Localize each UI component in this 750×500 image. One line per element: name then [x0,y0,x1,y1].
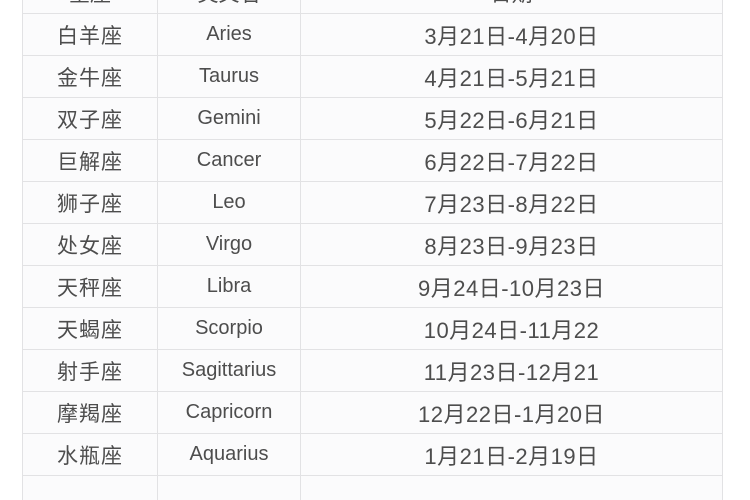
cell-chinese-name: 摩羯座 [22,391,158,434]
cell-chinese-name: 双子座 [22,97,158,140]
table-row: 摩羯座 Capricorn 12月22日-1月20日 [22,391,723,434]
cell-chinese-name: 巨解座 [22,139,158,182]
cell-english-name: Sagittarius [157,349,301,392]
zodiac-table: 星座 英文名 日期 白羊座Aries3月21日-4月20日金牛座Taurus4月… [22,0,723,500]
cell-english-name: Capricorn [157,391,301,434]
cell-english-name: Aquarius [157,433,301,476]
cell-date-range: 10月24日-11月22 [300,307,723,350]
column-header-chinese-name: 星座 [22,0,158,14]
table-row: 金牛座 Taurus 4月21日-5月21日 [22,55,723,98]
column-header-english-name: 英文名 [157,0,301,14]
table-row: 射手座 Sagittarius 11月23日-12月21 [22,349,723,392]
cell-date-range: 9月24日-10月23日 [300,265,723,308]
page-left-margin [0,0,22,500]
table-row [22,475,723,500]
table-header: 星座 英文名 日期 [22,0,723,14]
cell-chinese-name: 狮子座 [22,181,158,224]
cell-date-range: 4月21日-5月21日 [300,55,723,98]
cell-date-range: 6月22日-7月22日 [300,139,723,182]
cell-date-range [300,475,723,500]
table-row: 天秤座 Libra 9月24日-10月23日 [22,265,723,308]
cell-english-name: Libra [157,265,301,308]
cell-english-name: Taurus [157,55,301,98]
cell-date-range: 8月23日-9月23日 [300,223,723,266]
column-header-date-range: 日期 [300,0,723,14]
cell-chinese-name: 天秤座 [22,265,158,308]
cell-english-name [157,475,301,500]
cell-chinese-name: 水瓶座 [22,433,158,476]
table-row: 狮子座 Leo 7月23日-8月22日 [22,181,723,224]
cell-chinese-name: 天蝎座 [22,307,158,350]
cell-chinese-name [22,475,158,500]
page-root: 星座 英文名 日期 白羊座Aries3月21日-4月20日金牛座Taurus4月… [0,0,750,500]
zodiac-table-container: 星座 英文名 日期 白羊座Aries3月21日-4月20日金牛座Taurus4月… [22,0,723,500]
table-body: 白羊座 Aries 3月21日-4月20日 金牛座 Taurus 4月21日-5月21日双… [22,13,723,500]
cell-chinese-name: 金牛座 [22,55,158,98]
cell-date-range: 11月23日-12月21 [300,349,723,392]
cell-date-range: 12月22日-1月20日 [300,391,723,434]
cell-date-range: 7月23日-8月22日 [300,181,723,224]
cell-english-name: Cancer [157,139,301,182]
table-row: 水瓶座 Aquarius 1月21日-2月19日 [22,433,723,476]
cell-english-name: Leo [157,181,301,224]
cell-chinese-name: 处女座 [22,223,158,266]
cell-english-name: Scorpio [157,307,301,350]
page-right-margin [723,0,750,500]
table-row: 巨解座 Cancer 6月22日-7月22日 [22,139,723,182]
cell-chinese-name: 白羊座 [22,13,158,56]
table-row: 处女座 Virgo 8月23日-9月23日 [22,223,723,266]
cell-date-range: 1月21日-2月19日 [300,433,723,476]
cell-date-range: 3月21日-4月20日 [300,13,723,56]
cell-date-range: 5月22日-6月21日 [300,97,723,140]
cell-english-name: Aries [157,13,301,56]
cell-english-name: Virgo [157,223,301,266]
cell-english-name: Gemini [157,97,301,140]
cell-chinese-name: 射手座 [22,349,158,392]
table-row: 天蝎座 Scorpio 10月24日-11月22 [22,307,723,350]
table-header-row: 星座 英文名 日期 [22,0,723,14]
table-row: 白羊座 Aries 3月21日-4月20日 [22,13,723,56]
table-row: 双子座 Gemini 5月22日-6月21日 [22,97,723,140]
